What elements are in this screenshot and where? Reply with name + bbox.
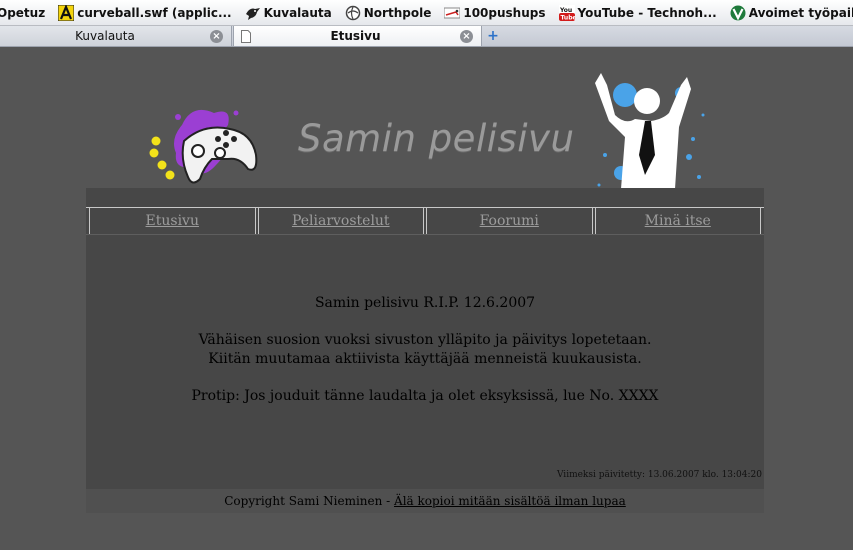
protip-text: Protip: Jos jouduit tänne laudalta ja ol… [191,388,659,404]
nav-cell: Peliarvostelut [257,208,424,234]
page-icon [241,29,251,43]
main-nav: Etusivu Peliarvostelut Foorumi Minä itse [86,207,764,235]
nav-cell: Foorumi [426,208,593,234]
nav-cell: Etusivu [89,208,256,234]
globe-icon [345,5,361,21]
tab-bar: Kuvalauta × Etusivu × + [0,26,853,47]
cheering-man-icon [595,73,705,189]
site-header: Samin pelisivu [86,55,764,190]
nav-cell: Minä itse [594,208,761,234]
bookmark-label: Northpole [363,5,432,20]
svg-text:Tube: Tube [560,14,575,21]
nav-link-mina-itse[interactable]: Minä itse [645,213,711,229]
youtube-icon: You Tube [558,4,576,21]
content-panel: Etusivu Peliarvostelut Foorumi Minä itse… [86,188,764,513]
nav-link-etusivu[interactable]: Etusivu [146,213,199,229]
v-shield-icon [730,5,746,21]
announcement-line-1: Vähäisen suosion vuoksi sivuston ylläpit… [198,332,652,348]
bookmark-opetuz[interactable]: Opetuz [0,6,45,20]
bookmark-curveball[interactable]: curveball.swf (applic... [57,3,232,21]
announcement-line-2: Kiitän muutamaa aktiivista käyttäjää men… [208,351,642,367]
bird-icon [245,5,261,21]
tab-label: Etusivu [330,29,381,43]
bookmark-northpole[interactable]: Northpole [345,5,432,21]
letter-a-icon [57,3,75,21]
bookmark-label: curveball.swf (applic... [77,5,232,20]
bookmark-label: 100pushups [463,5,546,20]
close-icon[interactable]: × [210,29,223,43]
bookmark-kuvalauta[interactable]: Kuvalauta [245,5,332,21]
nav-link-peliarvostelut[interactable]: Peliarvostelut [292,213,390,229]
svg-text:You: You [559,7,572,14]
footer: Copyright Sami Nieminen - Älä kopioi mit… [86,489,764,513]
tab-etusivu[interactable]: Etusivu × [233,26,482,46]
close-icon[interactable]: × [460,29,473,43]
tab-label: Kuvalauta [75,29,135,43]
new-tab-button[interactable]: + [486,29,500,43]
bookmark-label: Opetuz [0,5,46,20]
bookmark-label: Avoimet työpaikat -... [748,5,853,20]
bookmarks-bar: Opetuz curveball.swf (applic... Kuvalaut… [0,0,853,26]
bookmark-label: Kuvalauta [263,5,332,20]
last-updated: Viimeksi päivitetty: 13.06.2007 klo. 13:… [556,470,762,480]
bookmark-youtube[interactable]: You Tube YouTube - Technoh... [558,4,717,21]
bookmark-label: YouTube - Technoh... [577,5,717,20]
no-copy-link[interactable]: Älä kopioi mitään sisältöä ilman lupaa [394,494,626,508]
site-title: Samin pelisivu [298,117,575,160]
copyright-text: Copyright Sami Nieminen - [224,494,395,508]
pushup-icon [443,5,461,21]
nav-link-foorumi[interactable]: Foorumi [480,213,539,229]
bookmark-avoimet[interactable]: Avoimet työpaikat -... [730,5,853,21]
tab-kuvalauta[interactable]: Kuvalauta × [0,26,232,46]
rip-heading: Samin pelisivu R.I.P. 12.6.2007 [314,295,536,311]
bookmark-100pushups[interactable]: 100pushups [443,5,546,21]
